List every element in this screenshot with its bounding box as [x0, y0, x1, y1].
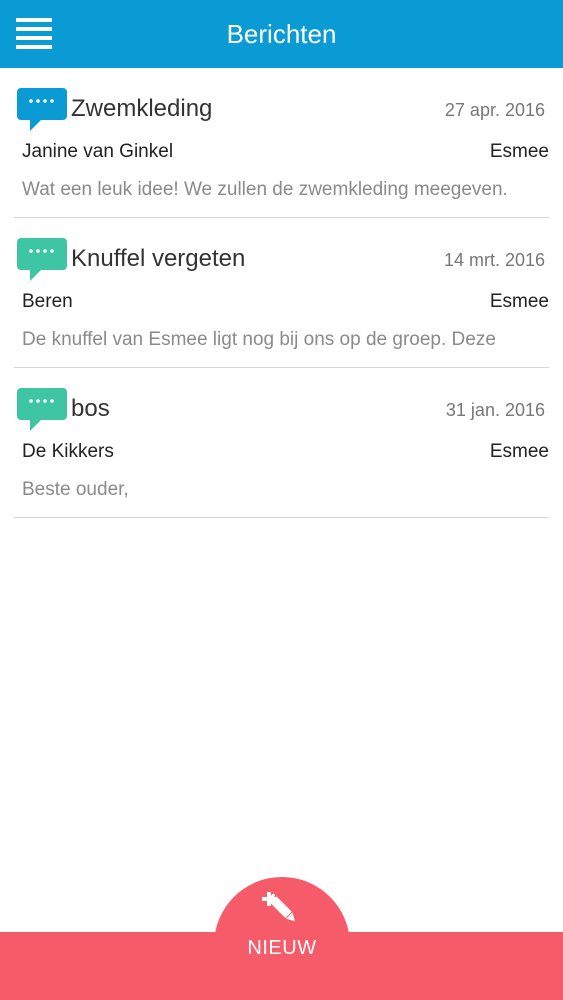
page-title: Berichten [226, 19, 337, 49]
new-message-label: NIEUW [247, 937, 317, 959]
message-preview: Beste ouder, [22, 479, 129, 500]
message-list: Zwemkleding 27 apr. 2016 Janine van Gink… [0, 68, 563, 518]
message-child: Esmee [489, 141, 549, 162]
hamburger-menu-icon [16, 18, 52, 22]
message-date: 14 mrt. 2016 [443, 250, 545, 270]
speech-bubble-icon [17, 88, 67, 131]
app-screen: Berichten Zwemkleding 27 apr. 2016 Janin… [0, 0, 563, 1000]
message-sender: De Kikkers [22, 441, 114, 462]
message-sender: Janine van Ginkel [22, 141, 174, 162]
message-preview: Wat een leuk idee! We zullen de zwemkled… [22, 179, 508, 200]
header-bar: Berichten [0, 0, 563, 68]
message-preview: De knuffel van Esmee ligt nog bij ons op… [22, 329, 496, 350]
new-message-button[interactable]: NIEUW [214, 877, 350, 1000]
speech-bubble-icon [17, 238, 67, 281]
message-child: Esmee [489, 441, 549, 462]
message-item[interactable]: bos 31 jan. 2016 De Kikkers Esmee Beste … [14, 368, 549, 518]
message-date: 31 jan. 2016 [445, 400, 545, 420]
message-child: Esmee [489, 291, 549, 312]
message-subject: Zwemkleding [71, 95, 213, 122]
message-date: 27 apr. 2016 [444, 100, 545, 120]
message-sender: Beren [22, 291, 73, 312]
compose-pencil-icon [262, 892, 295, 922]
message-subject: Knuffel vergeten [71, 245, 246, 272]
message-item[interactable]: Zwemkleding 27 apr. 2016 Janine van Gink… [14, 68, 549, 218]
speech-bubble-icon [17, 388, 67, 431]
message-subject: bos [71, 395, 110, 422]
hamburger-line [16, 27, 52, 31]
menu-button[interactable] [16, 18, 52, 50]
message-item[interactable]: Knuffel vergeten 14 mrt. 2016 Beren Esme… [14, 218, 549, 368]
hamburger-line [16, 45, 52, 49]
hamburger-line [16, 36, 52, 40]
